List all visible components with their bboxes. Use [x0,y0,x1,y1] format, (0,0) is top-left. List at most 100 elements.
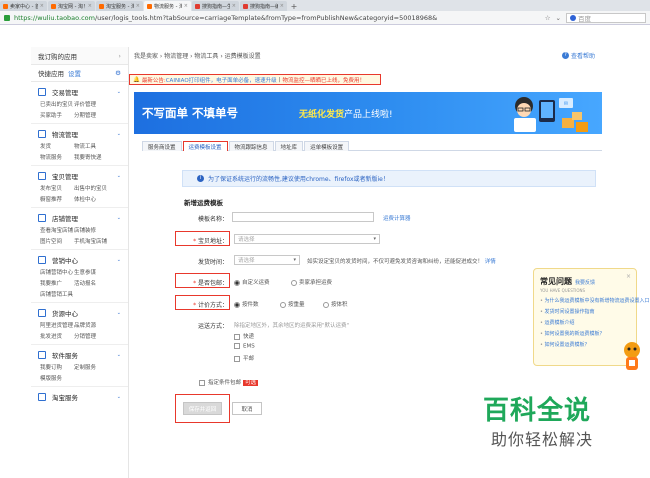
sidebar-section-header[interactable]: 淘宝服务 ⌄ [38,392,121,402]
close-icon[interactable]: × [626,273,631,280]
tab-waybill-template[interactable]: 运单模板设置 [304,141,350,151]
gear-icon[interactable]: ⚙ [115,69,121,77]
checkbox-surface-mail[interactable]: 平邮 [234,354,254,362]
origin-select[interactable]: 请选择 ▾ [234,234,380,244]
radio-by-count[interactable]: 按件数 [234,300,259,308]
sidebar-section-header[interactable]: 店铺管理 ⌄ [38,213,121,223]
faq-item[interactable]: 运费模板介绍 [540,319,630,326]
close-icon[interactable]: × [136,3,140,9]
mascot-icon[interactable] [620,340,644,374]
my-apps-header[interactable]: 我订购的应用 › [31,47,128,65]
help-link[interactable]: ? 查看帮助 [562,51,595,60]
browser-tab[interactable]: 淘宝服务 - 淘宝网× [96,1,143,11]
tab-address-book[interactable]: 地址库 [274,141,304,151]
chevron-down-icon[interactable]: ⌄ [556,14,561,22]
sidebar-link[interactable]: 分销管理 [74,332,114,340]
close-icon[interactable]: × [40,3,44,9]
radio-custom-freight[interactable]: 自定义运费 [234,278,270,286]
sidebar-link[interactable]: 生意参谋 [74,268,114,276]
radio-by-volume[interactable]: 按体积 [323,300,348,308]
close-icon[interactable]: × [184,3,188,9]
sidebar-link[interactable]: 批发进货 [40,332,74,340]
checkbox-icon [234,333,240,340]
faq-item[interactable]: 如何设置我的新运费模板？ [540,330,630,337]
info-icon: i [197,175,204,182]
sidebar-link[interactable]: 品牌货源 [74,321,114,329]
sidebar-link[interactable]: 店铺营销中心 [40,268,74,276]
notice-link[interactable]: CAINIAO打印组件，电子面单必备，速速升级 [166,76,277,84]
browser-tab[interactable]: 卖家中心 - 首页× [0,1,47,11]
sidebar-link[interactable]: 出售中的宝贝 [74,184,114,192]
freight-calculator-link[interactable]: 运费计算器 [383,214,411,222]
checkbox-icon [234,343,240,349]
sidebar-link[interactable]: 阿里进货管理 [40,321,74,329]
tab-service-provider[interactable]: 服务商设置 [142,141,182,151]
sidebar-link[interactable]: 我要订购 [40,363,74,371]
sidebar-link[interactable]: 物流工具 [74,142,114,150]
browser-tab-active[interactable]: 物流服务 - 淘宝网× [144,1,191,11]
sidebar-link[interactable]: 分期管理 [74,111,114,119]
url-text[interactable]: https://wuliu.taobao.com/user/logis_tool… [14,14,437,22]
sidebar-link[interactable]: 查看淘宝店铺 [40,226,74,234]
close-icon[interactable]: × [280,3,284,9]
sidebar-link[interactable]: 物流服务 [40,153,74,161]
sidebar-section-header[interactable]: 物流管理 ⌄ [38,129,121,139]
notice-link-monitor[interactable]: 物流监控—晒晒已上线，免费用！ [283,76,366,84]
new-tab-button[interactable]: + [288,2,300,11]
chevron-down-icon: ⌄ [116,89,121,95]
sidebar-link[interactable]: 发布宝贝 [40,184,74,192]
sidebar-link[interactable]: 店铺营销工具 [40,290,74,298]
ship-time-select[interactable]: 请选择 ▾ [234,255,300,265]
ship-time-details-link[interactable]: 详情 [485,259,496,265]
sidebar-section-header[interactable]: 交易管理 ⌄ [38,87,121,97]
faq-item[interactable]: 如何设置运费模板？ [540,341,630,348]
template-name-input[interactable] [232,212,374,222]
faq-item[interactable]: 发货时间设置操作指南 [540,308,630,315]
tab-tracking-info[interactable]: 物流跟踪信息 [228,141,274,151]
sidebar-link[interactable]: 体检中心 [74,195,114,203]
checkbox-ems[interactable]: EMS [234,343,255,350]
sidebar-link[interactable]: 评价管理 [74,100,114,108]
sidebar-link[interactable]: 已卖出的宝贝 [40,100,74,108]
sidebar-link[interactable]: 定制服务 [74,363,114,371]
faq-item[interactable]: 为什么我运费模板中没有新增物流运费设置入口 [540,297,650,304]
close-icon[interactable]: × [88,3,92,9]
browser-tab[interactable]: 淘宝网 - 淘！我喜欢× [48,1,95,11]
star-icon[interactable]: ☆ [545,14,551,22]
sidebar-link[interactable]: 模版服务 [40,374,74,382]
sidebar-link[interactable]: 店铺装修 [74,226,114,234]
feedback-link[interactable]: 我要反馈 [575,280,595,286]
browser-tab[interactable]: 搜狗指南—编辑器× [240,1,287,11]
sidebar-link[interactable]: 图片空间 [40,237,74,245]
address-bar[interactable]: https://wuliu.taobao.com/user/logis_tool… [0,11,650,25]
sidebar-link[interactable]: 橱窗推荐 [40,195,74,203]
checkbox-express[interactable]: 快递 [234,332,254,340]
browser-search-box[interactable]: 百度 [566,12,646,23]
sidebar-link[interactable]: 买家助手 [40,111,74,119]
tab-freight-template[interactable]: 运费模板设置 [182,141,228,151]
promo-banner[interactable]: 不写面单 不填单号 无纸化发货产品上线啦! ✉ [134,92,602,134]
watermark-title: 百科全说 [483,396,592,426]
watermark-subtitle: 助你轻松解决 [491,430,594,449]
checkbox-conditional-free[interactable]: 指定条件包邮 可选 [199,378,259,386]
radio-by-weight[interactable]: 按重量 [280,300,305,308]
close-icon[interactable]: × [232,3,236,9]
sidebar-link[interactable]: 手机淘宝店铺 [74,237,114,245]
sidebar-link[interactable]: 活动报名 [74,279,114,287]
chevron-down-icon: ⌄ [116,131,121,137]
save-and-return-button[interactable]: 保存并返回 [183,402,222,415]
banner-illustration: ✉ [514,97,588,132]
sidebar-section-header[interactable]: 货源中心 ⌄ [38,308,121,318]
sidebar-section-header[interactable]: 软件服务 ⌄ [38,350,121,360]
sidebar-section-header[interactable]: 宝贝管理 ⌄ [38,171,121,181]
quick-apps-settings-link[interactable]: 设置 [68,70,81,78]
pricing-method-label: * 计价方式： [193,302,228,309]
sidebar-link[interactable]: 发货 [40,142,74,150]
radio-seller-pays[interactable]: 卖家承担运费 [291,278,332,286]
sidebar-section-header[interactable]: 营销中心 ⌄ [38,255,121,265]
cancel-button[interactable]: 取消 [232,402,262,415]
sidebar-link[interactable]: 我要推广 [40,279,74,287]
browser-tab[interactable]: 搜狗指南—生活技能宝典× [192,1,239,11]
chevron-down-icon: ⌄ [116,215,121,221]
sidebar-link[interactable]: 我要寄快递 [74,153,114,161]
